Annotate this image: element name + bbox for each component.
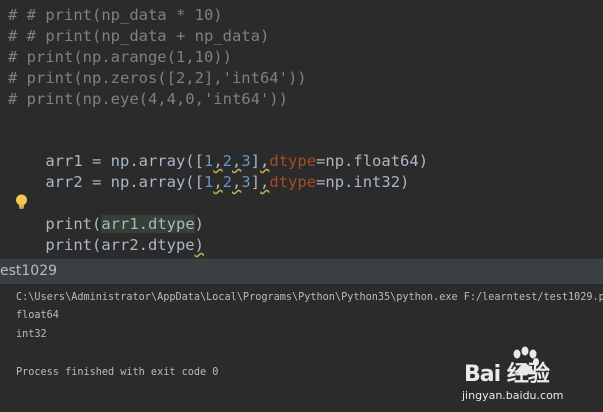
code-line-11[interactable]: print(arr2.dtype) — [8, 214, 204, 254]
code-line-10[interactable]: print(arr1.dtype) — [8, 193, 204, 233]
baidu-jingyan-watermark: Bai 经验 jingyan.baidu.com — [458, 342, 598, 408]
run-console[interactable]: C:\Users\Administrator\AppData\Local\Pro… — [0, 284, 603, 412]
run-panel-header[interactable]: est1029 — [0, 258, 603, 284]
code-line-1[interactable]: # # print(np_data * 10) — [8, 5, 223, 26]
run-tab-title[interactable]: est1029 — [0, 263, 57, 279]
code-line-2[interactable]: # # print(np_data + np_data) — [8, 26, 269, 47]
console-line-output-1: float64 — [16, 310, 59, 321]
code-print-arr2: print(arr2.dtype) — [45, 236, 204, 254]
console-line-exit: Process finished with exit code 0 — [16, 367, 219, 378]
code-line-8[interactable]: arr2 = np.array([1,2,3],dtype=np.int32) — [8, 151, 409, 191]
code-editor[interactable]: # # print(np_data * 10) # # print(np_dat… — [0, 0, 603, 258]
code-line-7[interactable]: arr1 = np.array([1,2,3],dtype=np.float64… — [8, 130, 428, 170]
code-line-3[interactable]: # print(np.arange(1,10)) — [8, 47, 232, 68]
code-line-4[interactable]: # print(np.zeros([2,2],'int64')) — [8, 68, 307, 89]
watermark-url: jingyan.baidu.com — [462, 389, 564, 402]
code-line-5[interactable]: # print(np.eye(4,4,0,'int64')) — [8, 89, 288, 110]
console-line-output-2: int32 — [16, 329, 47, 340]
code-arr2-stmt: arr2 = np.array([1,2,3],dtype=np.int32) — [45, 173, 410, 191]
lightbulb-icon[interactable] — [15, 194, 28, 210]
console-line-command: C:\Users\Administrator\AppData\Local\Pro… — [16, 292, 603, 303]
watermark-brand: Bai 经验 — [464, 362, 550, 387]
